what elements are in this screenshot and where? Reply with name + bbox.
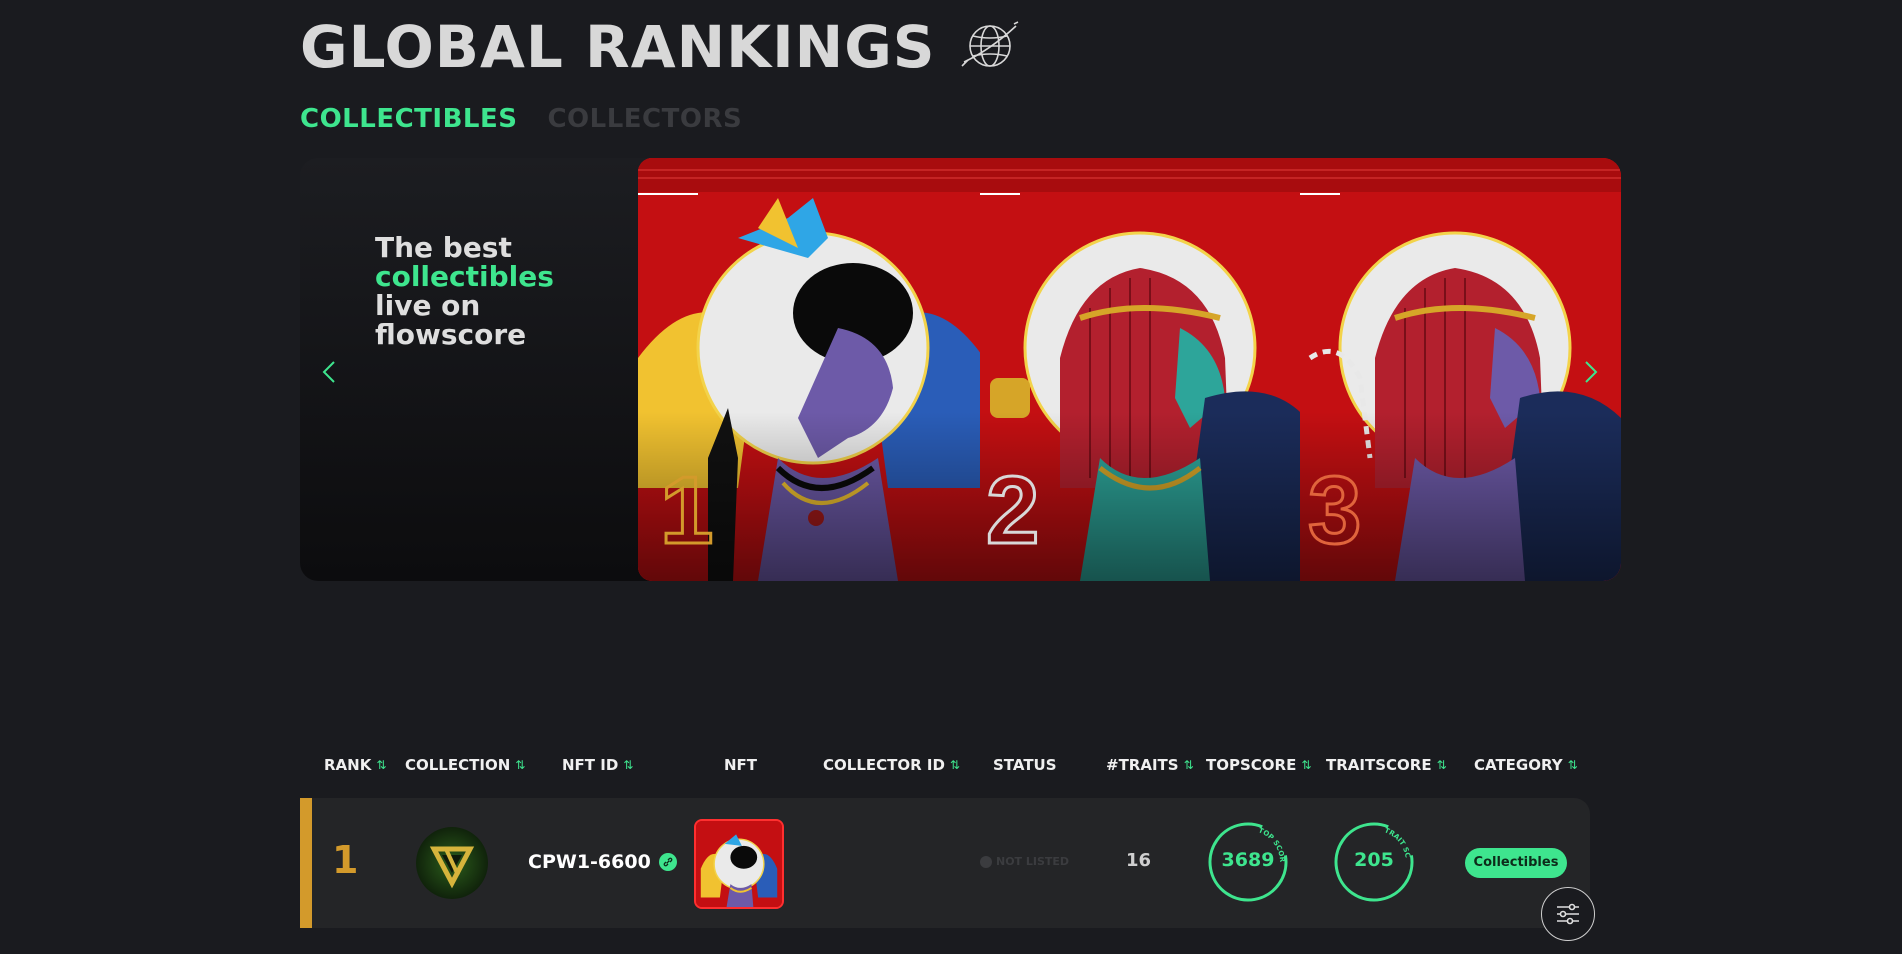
hero-tagline: The best collectibles live on flowscore [375, 233, 554, 349]
sort-icon: ⇅ [1183, 758, 1194, 772]
traitscore-value: 205 [1354, 849, 1394, 871]
column-status-label: STATUS [993, 756, 1057, 774]
status-dot-icon [980, 855, 992, 868]
column-topscore[interactable]: TOPSCORE ⇅ [1206, 756, 1311, 774]
topscore-value: 3689 [1221, 849, 1275, 871]
collectible-art-1: 1 [638, 158, 984, 581]
sort-icon: ⇅ [1436, 758, 1447, 772]
top-collectible-card-2[interactable]: 2 [980, 158, 1306, 581]
category-button[interactable]: Collectibles [1465, 848, 1567, 878]
tab-collectors[interactable]: COLLECTORS [547, 104, 742, 134]
column-collector-id[interactable]: COLLECTOR ID ⇅ [823, 756, 960, 774]
status-text: NOT LISTED [996, 855, 1070, 868]
ranking-tabs: COLLECTIBLES COLLECTORS [300, 104, 742, 134]
nft-id-text: CPW1-6600 [528, 851, 651, 873]
column-status: STATUS [993, 756, 1057, 774]
column-rank[interactable]: RANK ⇅ [324, 756, 386, 774]
sort-icon: ⇅ [949, 758, 960, 772]
column-traitscore-label: TRAITSCORE [1326, 756, 1432, 774]
column-topscore-label: TOPSCORE [1206, 756, 1297, 774]
traitscore-gauge: TRAIT SCORE 205 [1329, 814, 1416, 904]
traits-count: 16 [1126, 850, 1152, 871]
column-traits-label: #TRAITS [1106, 756, 1179, 774]
rank-accent-bar [300, 798, 312, 928]
rankings-table-header: RANK ⇅ COLLECTION ⇅ NFT ID ⇅ NFT COLLECTOR … [300, 756, 1590, 778]
nft-id-cell[interactable]: CPW1-6600 [528, 851, 677, 873]
card-1-rank: 1 [660, 457, 713, 564]
filter-button[interactable] [1541, 887, 1595, 941]
sort-icon: ⇅ [623, 758, 634, 772]
carousel-next-arrow-icon[interactable] [1576, 354, 1604, 390]
link-icon[interactable] [658, 853, 677, 871]
sort-icon: ⇅ [515, 758, 526, 772]
row-rank: 1 [332, 838, 359, 882]
top-collectible-card-1[interactable]: 1 [638, 158, 984, 581]
collectible-art-3: 3 [1300, 158, 1621, 581]
column-traits[interactable]: #TRAITS ⇅ [1106, 756, 1194, 774]
column-nft: NFT [724, 756, 757, 774]
hero-line-4: flowscore [375, 318, 527, 351]
hero-carousel: The best collectibles live on flowscore [300, 158, 1621, 581]
hero-line-3: live on [375, 289, 481, 322]
sort-icon: ⇅ [1567, 758, 1578, 772]
column-nft-id-label: NFT ID [562, 756, 619, 774]
column-collection[interactable]: COLLECTION ⇅ [405, 756, 525, 774]
sort-icon: ⇅ [376, 758, 387, 772]
card-2-rank: 2 [986, 457, 1039, 564]
column-collection-label: COLLECTION [405, 756, 511, 774]
sort-icon: ⇅ [1301, 758, 1312, 772]
top-collectible-card-3[interactable]: 3 [1300, 158, 1621, 581]
tab-collectibles[interactable]: COLLECTIBLES [300, 104, 517, 134]
collection-logo[interactable] [416, 827, 488, 899]
column-nft-id[interactable]: NFT ID ⇅ [562, 756, 633, 774]
column-collector-id-label: COLLECTOR ID [823, 756, 945, 774]
hero-line-2: collectibles [375, 260, 554, 293]
column-traitscore[interactable]: TRAITSCORE ⇅ [1326, 756, 1447, 774]
collectible-art-2: 2 [980, 158, 1306, 581]
column-category[interactable]: CATEGORY ⇅ [1474, 756, 1578, 774]
column-category-label: CATEGORY [1474, 756, 1563, 774]
table-row[interactable]: 1 CPW1-6600 NOT LISTED 16 TOP SCOR 3689 … [300, 798, 1590, 928]
nft-thumbnail[interactable] [694, 819, 784, 909]
status-badge: NOT LISTED [980, 855, 1069, 868]
column-rank-label: RANK [324, 756, 372, 774]
page-title: GLOBAL RANKINGS [300, 13, 936, 81]
hero-line-1: The best [375, 231, 512, 264]
column-nft-label: NFT [724, 756, 758, 774]
topscore-gauge: TOP SCORE 3689 [1204, 814, 1290, 904]
sliders-icon [1557, 903, 1579, 925]
card-3-rank: 3 [1308, 457, 1361, 564]
globe-icon [961, 21, 1019, 67]
carousel-prev-arrow-icon[interactable] [316, 354, 344, 390]
